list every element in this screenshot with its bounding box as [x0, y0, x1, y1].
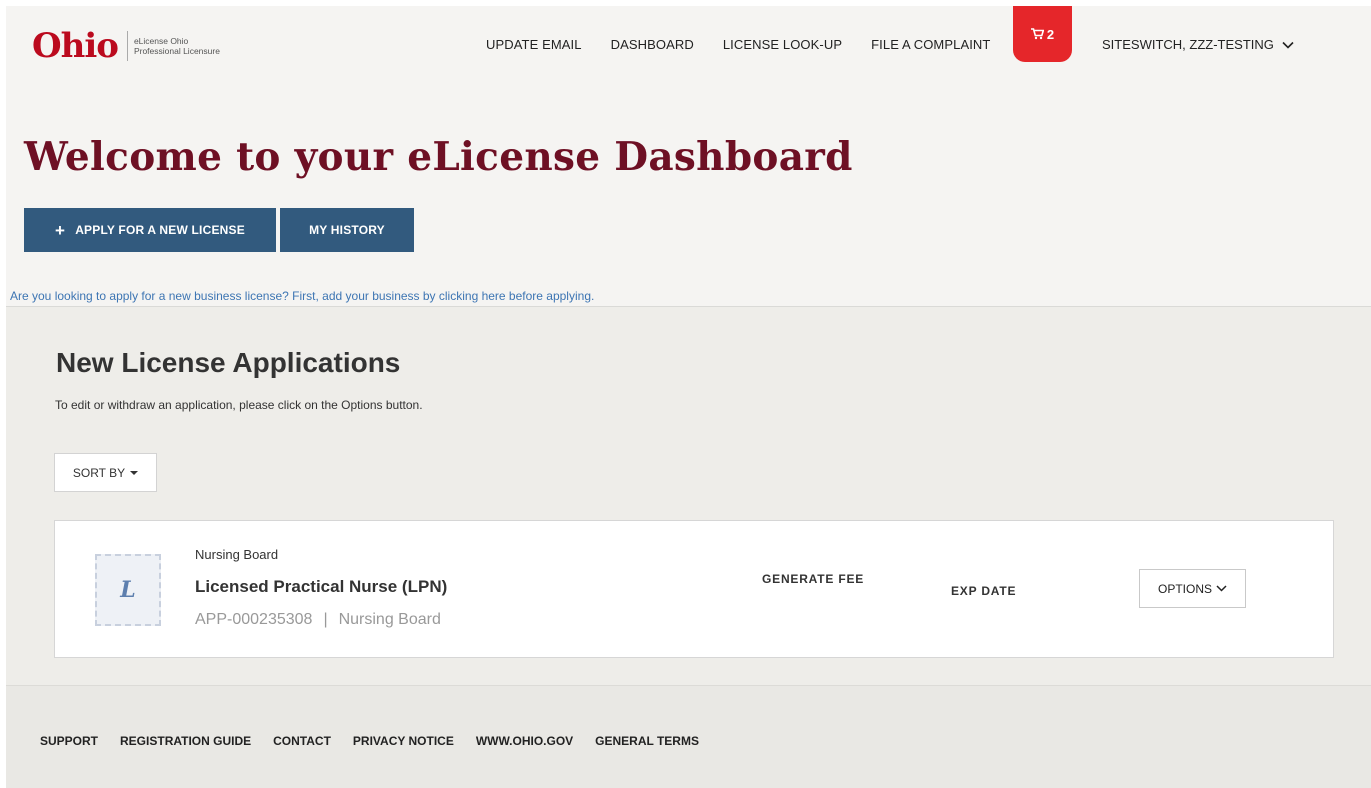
user-name: SITESWITCH, ZZZ-TESTING	[1102, 37, 1274, 52]
chevron-down-icon	[1282, 41, 1294, 49]
license-stamp-icon: L	[95, 554, 161, 626]
my-history-button[interactable]: MY HISTORY	[280, 208, 414, 252]
application-meta: APP-000235308 | Nursing Board	[195, 611, 441, 629]
footer: SUPPORT REGISTRATION GUIDE CONTACT PRIVA…	[6, 685, 1371, 788]
add-business-link[interactable]: Are you looking to apply for a new busin…	[10, 289, 594, 303]
footer-link-contact[interactable]: CONTACT	[273, 734, 331, 748]
nav-license-lookup[interactable]: LICENSE LOOK-UP	[723, 37, 842, 52]
sort-by-button[interactable]: SORT BY	[54, 453, 157, 492]
applications-section: New License Applications To edit or with…	[6, 307, 1371, 685]
applications-title: New License Applications	[56, 347, 401, 378]
user-menu[interactable]: SITESWITCH, ZZZ-TESTING	[1102, 37, 1294, 52]
applications-subtitle: To edit or withdraw an application, plea…	[55, 398, 423, 412]
cart-icon	[1030, 28, 1044, 40]
exp-date-label: EXP DATE	[951, 584, 1017, 598]
logo-word: Ohio	[32, 26, 119, 66]
ohio-logo[interactable]: Ohio eLicense Ohio Professional Licensur…	[32, 26, 220, 66]
history-button-label: MY HISTORY	[309, 223, 385, 237]
nav-update-email[interactable]: UPDATE EMAIL	[486, 37, 582, 52]
meta-separator: |	[323, 611, 328, 628]
apply-button-label: APPLY FOR A NEW LICENSE	[75, 223, 245, 237]
caret-down-icon	[130, 470, 139, 475]
page-title: Welcome to your eLicense Dashboard	[24, 134, 853, 180]
logo-subtitle: eLicense Ohio Professional Licensure	[134, 36, 220, 56]
footer-links: SUPPORT REGISTRATION GUIDE CONTACT PRIVA…	[40, 734, 721, 748]
footer-link-registration-guide[interactable]: REGISTRATION GUIDE	[120, 734, 251, 748]
application-card: L Nursing Board Licensed Practical Nurse…	[54, 520, 1334, 658]
plus-icon: +	[55, 220, 66, 240]
options-button[interactable]: OPTIONS	[1139, 569, 1246, 608]
sort-by-label: SORT BY	[72, 465, 126, 480]
top-nav: UPDATE EMAIL DASHBOARD LICENSE LOOK-UP F…	[486, 37, 990, 52]
footer-link-general-terms[interactable]: GENERAL TERMS	[595, 734, 699, 748]
chevron-down-icon	[1216, 585, 1227, 592]
logo-subtitle-line1: eLicense Ohio	[133, 36, 189, 46]
generate-fee-label: GENERATE FEE	[762, 572, 865, 586]
application-id: APP-000235308	[195, 611, 313, 628]
nav-dashboard[interactable]: DASHBOARD	[611, 37, 694, 52]
nav-file-complaint[interactable]: FILE A COMPLAINT	[871, 37, 990, 52]
cart-button[interactable]: 2	[1013, 6, 1072, 62]
options-label: OPTIONS	[1157, 581, 1212, 596]
cart-count: 2	[1046, 26, 1055, 42]
logo-divider	[126, 31, 128, 61]
apply-new-license-button[interactable]: + APPLY FOR A NEW LICENSE	[24, 208, 276, 252]
footer-link-support[interactable]: SUPPORT	[40, 734, 98, 748]
footer-link-ohio-gov[interactable]: WWW.OHIO.GOV	[476, 734, 573, 748]
footer-link-privacy-notice[interactable]: PRIVACY NOTICE	[353, 734, 454, 748]
application-board: Nursing Board	[195, 547, 279, 562]
header: Ohio eLicense Ohio Professional Licensur…	[6, 6, 1371, 86]
application-license-title: Licensed Practical Nurse (LPN)	[195, 577, 448, 596]
logo-subtitle-line2: Professional Licensure	[133, 46, 220, 56]
page: Ohio eLicense Ohio Professional Licensur…	[6, 6, 1371, 788]
application-meta-board: Nursing Board	[338, 611, 441, 628]
